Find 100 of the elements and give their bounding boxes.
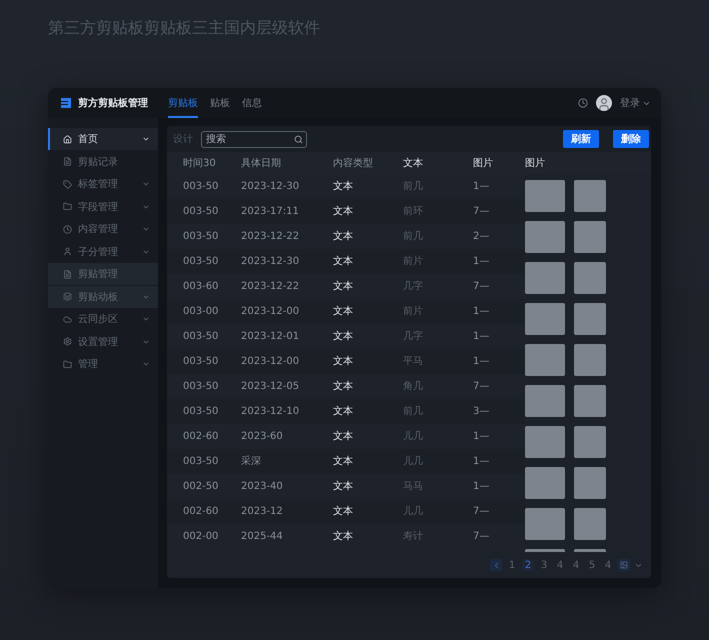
table-cell-text: 1— xyxy=(473,430,490,442)
table-cell-text: 2023-12-05 xyxy=(241,380,300,392)
table-cell-text: 2023-12-10 xyxy=(241,406,300,417)
table-cell-text: 文本 xyxy=(333,204,354,218)
page-button[interactable]: 4 xyxy=(570,559,582,572)
table-cell-text: 002-00 xyxy=(183,530,220,542)
table-cell-text: 1— xyxy=(473,356,490,367)
menu-icon xyxy=(63,134,72,144)
page-button[interactable]: 4 xyxy=(602,559,614,572)
action-button[interactable]: 刷新 xyxy=(563,130,599,148)
photo-placeholder[interactable] xyxy=(525,466,565,499)
photo-placeholder[interactable] xyxy=(525,344,565,376)
next-page-button[interactable] xyxy=(618,559,630,572)
column-header: 图片 xyxy=(525,156,546,170)
table-cell-text: 文本 xyxy=(333,530,354,544)
nav-tab[interactable]: 贴板 xyxy=(210,88,230,118)
login-menu[interactable]: 登录 xyxy=(620,96,651,110)
sidebar-item[interactable]: 云同步区 xyxy=(48,308,158,330)
table-cell-text: 002-60 xyxy=(183,430,220,442)
action-button[interactable]: 删除 xyxy=(613,130,649,148)
sidebar-item[interactable]: 设置管理 xyxy=(48,330,158,352)
photo-placeholder[interactable] xyxy=(574,180,606,212)
page-button[interactable]: 5 xyxy=(586,559,598,572)
table-cell-text: 3— xyxy=(473,406,490,417)
table-cell-text: 2023-12-30 xyxy=(241,180,300,192)
sidebar-item[interactable]: 首页 xyxy=(48,128,158,150)
photo-placeholder[interactable] xyxy=(574,466,606,499)
photo-placeholder[interactable] xyxy=(574,262,606,294)
avatar-icon[interactable] xyxy=(596,95,612,111)
previous-page-button[interactable] xyxy=(490,559,502,572)
search-field[interactable]: 搜索 xyxy=(201,130,307,148)
photo-placeholder[interactable] xyxy=(525,302,565,335)
table-cell-text: 前几 xyxy=(403,230,424,244)
photo-placeholder[interactable] xyxy=(525,220,565,253)
photo-placeholder[interactable] xyxy=(574,302,606,335)
photo-placeholder[interactable] xyxy=(574,426,606,458)
table-cell-text: 7— xyxy=(473,206,490,217)
table-cell-text: 2023-12 xyxy=(241,506,284,517)
table-cell-text: 002-50 xyxy=(183,480,220,492)
table-cell-text: 1— xyxy=(473,480,490,492)
sidebar-item[interactable]: 剪贴管理 xyxy=(48,263,158,285)
photo-placeholder[interactable] xyxy=(574,344,606,376)
sidebar-item[interactable]: 剪贴记录 xyxy=(48,150,158,172)
table-cell-text: 几字 xyxy=(403,330,424,344)
page-button[interactable]: 2 xyxy=(522,559,534,572)
table-cell-text: 1— xyxy=(473,306,490,317)
table-cell-text: 1— xyxy=(473,180,490,192)
sidebar-item[interactable]: 管理 xyxy=(48,353,158,375)
sidebar-item[interactable]: 标签管理 xyxy=(48,173,158,195)
table-cell-text: 002-60 xyxy=(183,506,220,517)
table-cell-text: 003-50 xyxy=(183,230,220,242)
table-cell-text: 2025-44 xyxy=(241,530,284,542)
nav-tab[interactable]: 信息 xyxy=(242,88,262,118)
photo-placeholder[interactable] xyxy=(525,384,565,417)
table-cell-text: 前片 xyxy=(403,254,424,268)
table-cell-text: 2023-17:11 xyxy=(241,206,300,217)
photo-placeholder[interactable] xyxy=(525,508,565,540)
table-cell-text: 文本 xyxy=(333,254,354,268)
page-button[interactable]: 4 xyxy=(554,559,566,572)
clock-icon[interactable] xyxy=(578,98,588,108)
page-button[interactable]: 1 xyxy=(506,559,518,572)
table-cell-text: 2023-12-22 xyxy=(241,230,300,242)
table-cell-text: 儿几 xyxy=(403,454,424,468)
sidebar-item[interactable]: 子分管理 xyxy=(48,240,158,262)
table-cell-text: 文本 xyxy=(333,404,354,418)
photo-placeholder[interactable] xyxy=(574,508,606,540)
photo-placeholder[interactable] xyxy=(574,220,606,253)
table-cell-text: 7— xyxy=(473,280,490,292)
table-cell-text: 003-50 xyxy=(183,180,220,192)
table-cell-text: 003-50 xyxy=(183,406,220,417)
table-cell-text: 2023-40 xyxy=(241,480,284,492)
table-cell-text: 003-60 xyxy=(183,280,220,292)
app-name: 剪方剪贴板管理 xyxy=(78,96,148,110)
toolbar-label: 设计 xyxy=(173,132,193,146)
table-cell-text: 003-50 xyxy=(183,206,220,217)
table-cell-text: 2023-60 xyxy=(241,430,284,442)
table-cell-text: 文本 xyxy=(333,230,354,244)
menu-icon xyxy=(63,247,72,256)
column-header: 时间30 xyxy=(183,156,217,170)
photo-placeholder[interactable] xyxy=(525,180,565,212)
column-header: 具体日期 xyxy=(241,156,282,170)
sidebar-item[interactable]: 内容管理 xyxy=(48,218,158,240)
sidebar-item[interactable]: 剪贴动板 xyxy=(48,286,158,308)
photo-placeholder[interactable] xyxy=(574,384,606,417)
table-cell-text: 7— xyxy=(473,530,490,542)
table-cell-text: 文本 xyxy=(333,430,354,444)
sidebar-item[interactable]: 字段管理 xyxy=(48,196,158,218)
photo-placeholder[interactable] xyxy=(525,262,565,294)
column-header: 文本 xyxy=(403,156,424,170)
menu-icon xyxy=(63,202,72,211)
search-icon xyxy=(294,134,303,144)
table-cell-text: 2023-12-00 xyxy=(241,356,300,367)
photo-placeholder[interactable] xyxy=(525,426,565,458)
table-cell-text: 文本 xyxy=(333,330,354,344)
page-button[interactable]: 3 xyxy=(538,559,550,572)
table-cell-text: 003-50 xyxy=(183,356,220,367)
logo-icon xyxy=(60,97,72,109)
table-cell-text: 文本 xyxy=(333,180,354,194)
table-cell-text: 003-50 xyxy=(183,256,220,267)
menu-icon xyxy=(63,314,72,324)
